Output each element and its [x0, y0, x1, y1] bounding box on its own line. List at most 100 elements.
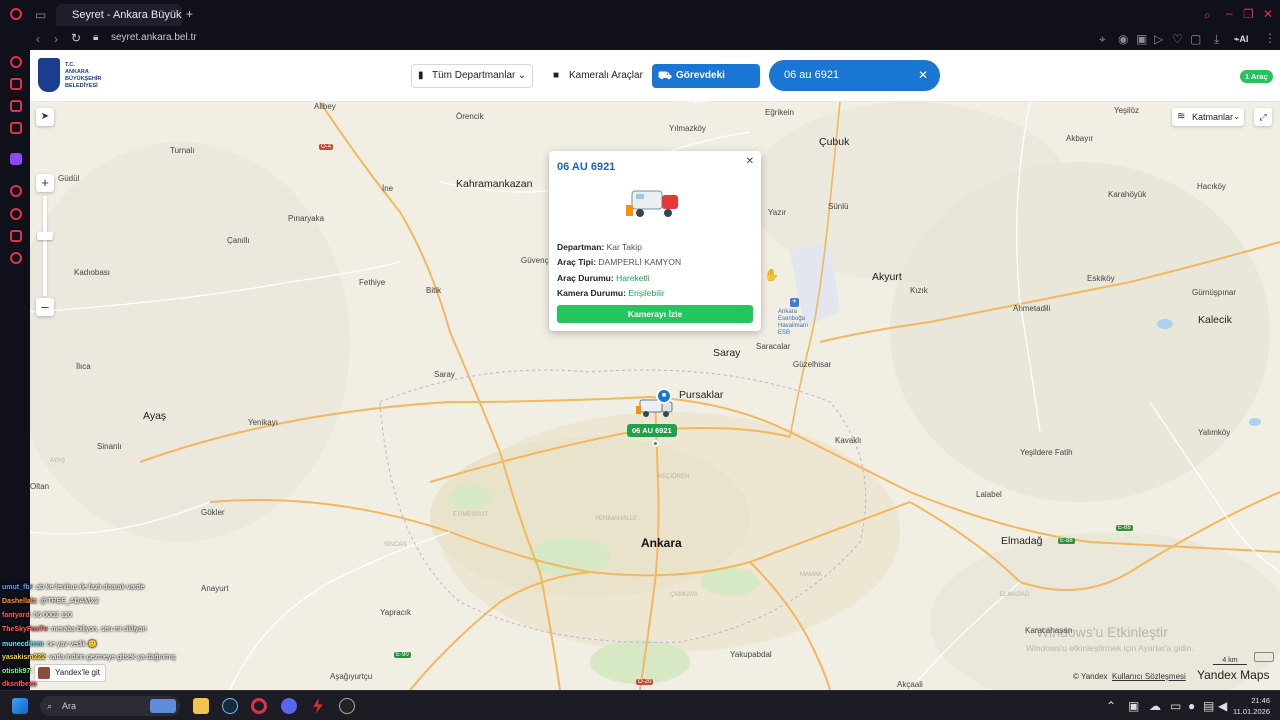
map-attribution: © Yandex — [1073, 672, 1108, 681]
crypto-wallet-icon[interactable] — [10, 100, 22, 112]
file-explorer-icon[interactable] — [193, 698, 209, 714]
vehicle-info-popup: 06 AU 6921 ✕ Departman: Kar Takip Araç T… — [549, 151, 761, 331]
type-value: DAMPERLİ KAMYON — [598, 257, 682, 267]
new-tab-icon[interactable]: + — [186, 8, 193, 20]
popup-title: 06 AU 6921 — [557, 161, 616, 173]
popup-camera-row: Kamera Durumu: Erişilebilir — [557, 288, 665, 298]
search-tabs-icon[interactable]: ⌕ — [1204, 9, 1211, 21]
bag-icon[interactable] — [10, 78, 22, 90]
place-label: Saray — [713, 347, 741, 359]
settings-icon[interactable] — [10, 252, 22, 264]
place-label: Kadıobası — [74, 268, 111, 277]
forward-icon[interactable]: › — [54, 33, 58, 45]
camera-badge-icon[interactable]: ■ — [656, 388, 672, 404]
taskbar-date[interactable]: 11.01.2026 — [1222, 707, 1270, 716]
network-icon[interactable]: ▤ — [1203, 700, 1214, 712]
heart-icon[interactable]: ♡ — [1172, 33, 1183, 45]
steam-icon[interactable] — [222, 698, 238, 714]
fullscreen-button[interactable]: ⤢ — [1254, 108, 1272, 126]
zoom-in-button[interactable]: + — [36, 174, 54, 192]
place-label: Akbayır — [1066, 134, 1094, 143]
vehicle-search-input[interactable]: 06 au 6921 ✕ — [769, 60, 940, 91]
vehicle-marker[interactable]: ■ 06 AU 6921 — [626, 388, 686, 448]
department-label: Departman: — [557, 242, 605, 252]
abb-logo[interactable]: T.C. ANKARA BÜYÜKŞEHİR BELEDİYESİ — [38, 56, 108, 96]
place-label: İne — [382, 184, 394, 193]
vehicle-plate-label: 06 AU 6921 — [627, 424, 677, 437]
wallet-icon[interactable]: ▢ — [1190, 33, 1201, 45]
logo-line: T.C. — [65, 62, 75, 68]
snapshot-icon[interactable]: ◉ — [1118, 33, 1128, 45]
clear-search-icon[interactable]: ✕ — [918, 60, 928, 91]
ai-label: AI — [1239, 34, 1249, 44]
on-duty-vehicles-button[interactable]: ⛟ Görevdeki Araçlar — [652, 64, 760, 105]
windows-start-icon[interactable] — [12, 698, 28, 714]
history-icon[interactable] — [10, 208, 22, 220]
discord-icon[interactable] — [281, 698, 297, 714]
play-icon[interactable]: ▷ — [1154, 33, 1163, 45]
taskbar-search[interactable]: ⌕ Ara — [40, 696, 180, 716]
zoom-slider-handle[interactable] — [37, 232, 53, 240]
vehicle-count-badge: 1 Araç — [1240, 70, 1273, 83]
microphone-icon[interactable]: ● — [1188, 700, 1195, 712]
opera-logo-icon[interactable] — [10, 8, 22, 20]
player-icon[interactable] — [10, 185, 22, 197]
menu-icon[interactable]: ⋮ — [1264, 32, 1276, 44]
popup-status-row: Araç Durumu: Hareketli — [557, 273, 650, 283]
tray-chevron-icon[interactable]: ⌃ — [1106, 700, 1116, 712]
layers-button[interactable]: ≋ Katmanlar ⌄ — [1172, 108, 1244, 126]
news-icon[interactable] — [10, 122, 22, 134]
layers-label: Katmanlar — [1192, 112, 1234, 122]
opera-icon[interactable] — [251, 698, 267, 714]
back-icon[interactable]: ‹ — [36, 33, 40, 45]
zoom-control: + – — [36, 174, 54, 318]
department-select[interactable]: ▮ Tüm Departmanlar ⌄ — [411, 64, 533, 88]
place-label: Yalımköy — [1198, 428, 1231, 437]
url-field[interactable]: seyret.ankara.bel.tr — [111, 32, 197, 43]
zoom-out-button[interactable]: – — [36, 298, 54, 316]
aria-ai-button[interactable]: ⌁AI — [1234, 33, 1248, 45]
tray-window-icon[interactable]: ▭ — [1170, 700, 1181, 712]
chat-username: Dashellalz — [2, 598, 37, 605]
maximize-icon[interactable]: ❐ — [1243, 8, 1254, 20]
zoom-slider-track[interactable] — [43, 196, 47, 296]
tab-switcher-icon[interactable]: ▭ — [35, 9, 46, 21]
close-popup-icon[interactable]: ✕ — [746, 156, 754, 167]
chat-message: dksnfbezo — [2, 681, 37, 688]
on-duty-vehicles-label: Görevdeki Araçlar — [676, 70, 725, 105]
abb-emblem-icon — [38, 58, 60, 92]
yandex-maps-brand[interactable]: Yandex Maps — [1197, 668, 1270, 682]
place-label: Yenikayı — [248, 418, 278, 427]
close-window-icon[interactable]: ✕ — [1263, 8, 1273, 20]
taskbar-time[interactable]: 21:46 — [1238, 696, 1270, 705]
camera-status-value: Erişilebilir — [628, 288, 665, 298]
download-icon[interactable]: ⤓ — [1214, 33, 1219, 45]
site-header: T.C. ANKARA BÜYÜKŞEHİR BELEDİYESİ ▮ Tüm … — [30, 50, 1280, 105]
tray-app-icon[interactable]: ▣ — [1128, 700, 1139, 712]
terms-link[interactable]: Kullanıcı Sözleşmesi — [1112, 672, 1186, 681]
place-label: Turnalı — [170, 146, 195, 155]
extensions-icon[interactable]: ▣ — [1136, 33, 1147, 45]
reload-icon[interactable]: ↻ — [71, 32, 81, 44]
onedrive-icon[interactable]: ☁ — [1149, 700, 1161, 712]
district-label: ETİMESGUT — [453, 512, 489, 518]
watch-camera-button[interactable]: Kamerayı İzle — [557, 305, 753, 323]
airport-label: Ankara Esenboğa Havalimanı ESB — [778, 309, 809, 336]
locate-me-button[interactable]: ➤ — [36, 108, 54, 126]
minimize-icon[interactable]: – — [1226, 7, 1233, 19]
place-label: Yapracık — [380, 608, 411, 617]
tab-seyret[interactable]: Seyret - Ankara Büyükşehir Belediyesi — [56, 4, 182, 26]
extensions-side-icon[interactable] — [10, 230, 22, 242]
yandex-go-tooltip[interactable]: Yandex'le git — [34, 664, 106, 682]
road-shield: E-88 — [1058, 538, 1075, 544]
twitch-icon[interactable] — [10, 153, 22, 165]
camera-vehicles-button[interactable]: ■ Kameralı Araçlar — [551, 64, 643, 88]
layers-icon: ≋ — [1177, 111, 1186, 122]
obs-icon[interactable] — [339, 698, 355, 714]
pin-icon[interactable]: ⌖ — [1099, 33, 1106, 45]
place-label: Gümüşpınar — [1192, 288, 1237, 297]
aria-icon[interactable] — [10, 56, 22, 68]
place-label: Gökler — [201, 508, 225, 517]
bolt-app-icon[interactable] — [313, 698, 323, 714]
chat-text: : — [30, 668, 33, 675]
